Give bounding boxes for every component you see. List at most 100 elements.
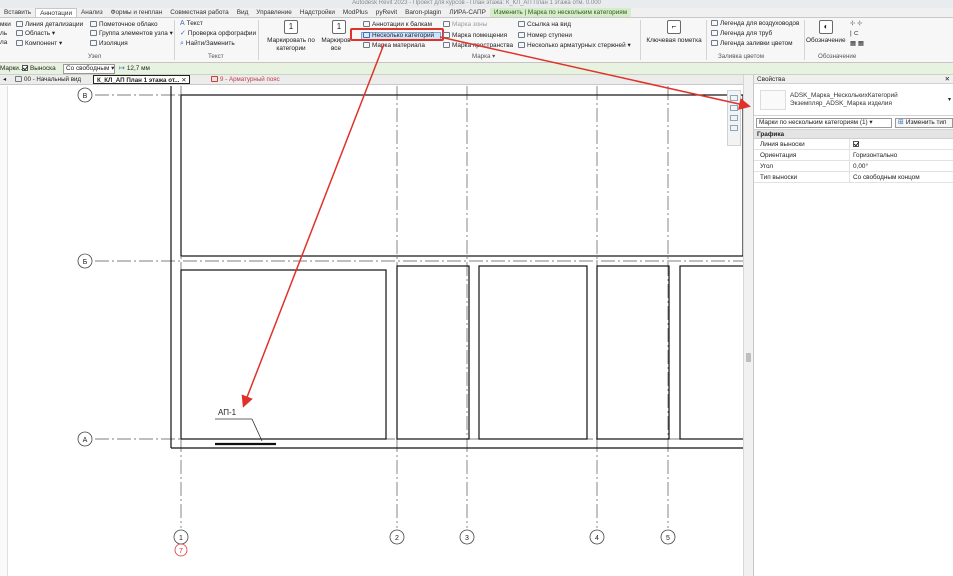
ribbon-tab-10[interactable]: Baron-plagin — [401, 8, 445, 17]
color-fill-legend-icon — [711, 40, 718, 46]
tag-by-category-button[interactable]: Маркировать по категории — [264, 37, 318, 53]
ribbon-tab-6[interactable]: Управление — [252, 8, 296, 17]
zoom-icon[interactable] — [730, 105, 738, 111]
insulation-icon — [90, 40, 97, 46]
chevron-down-icon[interactable]: ▾ — [948, 96, 951, 103]
drawing-canvas[interactable]: АП-1 В Б А 1 2 3 4 5 7 — [0, 86, 743, 576]
slab-panel-top[interactable] — [180, 94, 743, 257]
ribbon-tab-12[interactable]: Изменить | Марка по нескольким категория… — [489, 8, 632, 17]
area-reinforcement-icon[interactable]: ▦ ▦ — [850, 40, 864, 48]
slab-panel-a4[interactable] — [596, 265, 670, 440]
slab-panel-a5[interactable] — [679, 265, 743, 440]
tag-all-button[interactable]: Маркиров все — [318, 37, 354, 53]
area-tag-button[interactable]: Марка зоны — [443, 21, 487, 29]
region-icon — [16, 30, 23, 36]
ribbon-tab-1[interactable]: Аннотации — [35, 8, 78, 17]
property-value[interactable]: Горизонтально — [850, 150, 953, 160]
ribbon-tab-11[interactable]: ЛИРА-САПР — [445, 8, 490, 17]
close-icon[interactable]: ✕ — [945, 75, 953, 84]
properties-palette: Свойства ✕ ADSK_Марка_НесколькихКатегорий… — [753, 75, 953, 576]
properties-title: Свойства ✕ — [754, 75, 953, 84]
view-tab-floor-plan[interactable]: К_КЛ_АП План 1 этажа от... ✕ — [93, 75, 191, 84]
insulation-button[interactable]: Изоляция — [90, 40, 128, 48]
sheet-icon — [211, 76, 218, 82]
type-selector[interactable]: ADSK_Марка_НесколькихКатегорий Экземпляр… — [754, 84, 953, 116]
symbol-button[interactable]: Обозначение — [806, 37, 846, 45]
tread-number-button[interactable]: Номер ступени — [518, 32, 572, 40]
ribbon-clipped-3[interactable]: ла — [0, 39, 7, 47]
panel-label-symbol: Обозначение — [818, 53, 857, 60]
panel-label-node: Узел — [88, 53, 102, 60]
steering-wheel-icon[interactable] — [730, 95, 738, 101]
zoom-extent-icon[interactable] — [730, 125, 738, 131]
checkbox-icon[interactable] — [853, 141, 859, 147]
edit-type-icon: ⊞ — [898, 119, 904, 126]
ribbon-tab-0[interactable]: Вставить — [0, 8, 35, 17]
ribbon-tab-bar: Вставить Аннотации Анализ Формы и генплан Со… — [0, 8, 953, 18]
view-tab-start[interactable]: 00 - Начальный вид — [12, 75, 84, 84]
property-value[interactable]: 0,00° — [850, 161, 953, 171]
ribbon-tab-5[interactable]: Вид — [233, 8, 253, 17]
keynote-icon: ⌐ — [667, 20, 681, 34]
properties-group-graphics[interactable]: Графика — [754, 130, 953, 139]
leader-checkbox[interactable]: Выноска — [22, 63, 56, 74]
options-bar-label: Марки... — [0, 65, 25, 72]
room-tag-button[interactable]: Марка помещения — [443, 32, 507, 40]
options-bar: Марки... Выноска Со свободным ▾ ↦ 12,7 мм — [0, 63, 953, 75]
ribbon-clipped-1[interactable]: мки — [0, 21, 11, 29]
edit-type-button[interactable]: ⊞ Изменить тип — [895, 118, 953, 128]
spellcheck-icon: ✓ — [180, 30, 186, 37]
find-replace-button[interactable]: ⌕ Найти/Заменить — [180, 40, 235, 48]
ribbon-clipped-2[interactable]: ль — [0, 30, 7, 38]
slab-panel-a1[interactable] — [180, 269, 387, 440]
component-button[interactable]: Компонент ▾ — [16, 40, 62, 48]
material-tag-button[interactable]: Марка материала — [363, 42, 425, 50]
spell-check-button[interactable]: ✓ Проверка орфографии — [180, 30, 256, 38]
slab-panel-a3[interactable] — [478, 265, 588, 440]
close-icon[interactable]: ✕ — [181, 77, 186, 84]
color-fill-legend-button[interactable]: Легенда заливки цветом — [711, 40, 793, 48]
scrollbar-thumb[interactable] — [746, 353, 751, 362]
drawing-vertical-scrollbar[interactable] — [743, 75, 753, 576]
duct-legend-icon — [711, 20, 718, 26]
property-value[interactable]: Со свободным концом — [850, 172, 953, 182]
tag-leader — [251, 418, 263, 442]
ribbon-tab-7[interactable]: Надстройки — [296, 8, 339, 17]
tag-label: АП-1 — [218, 408, 237, 417]
navigation-bar[interactable] — [727, 90, 741, 146]
leader-length[interactable]: ↦ 12,7 мм — [119, 63, 150, 74]
ribbon-separator — [640, 20, 641, 60]
view-reference-button[interactable]: Ссылка на вид — [518, 21, 571, 29]
floor-plan-svg[interactable]: АП-1 В Б А 1 2 3 4 5 7 — [0, 86, 743, 576]
property-name: Ориентация — [754, 150, 850, 160]
revision-cloud-button[interactable]: Пометочное облако — [90, 21, 158, 29]
ribbon-tab-9[interactable]: pyRevit — [372, 8, 401, 17]
span-direction-icon[interactable]: ⊹ ⊹ — [850, 20, 863, 28]
zoom-region-icon[interactable] — [730, 115, 738, 121]
ribbon-tab-3[interactable]: Формы и генплан — [107, 8, 167, 17]
grid-label-5: 5 — [666, 535, 670, 542]
ribbon-tab-4[interactable]: Совместная работа — [166, 8, 232, 17]
ribbon-tab-2[interactable]: Анализ — [77, 8, 107, 17]
text-button[interactable]: A Текст — [180, 20, 203, 28]
leader-type-select[interactable]: Со свободным ▾ — [63, 64, 115, 74]
detail-line-button[interactable]: Линия детализации — [16, 21, 83, 29]
slab-panel-a2[interactable] — [396, 265, 470, 440]
space-tag-button[interactable]: Марка пространства — [443, 42, 513, 50]
symbol-icon: ◐ — [819, 20, 833, 34]
region-button[interactable]: Область ▾ — [16, 30, 55, 38]
keynote-button[interactable]: Ключевая пометка — [644, 37, 704, 45]
beam-system-icon[interactable]: | ⊂ — [850, 30, 859, 38]
material-tag-icon — [363, 42, 370, 48]
view-tab-rebar-belt[interactable]: 9 - Арматурный пояс — [208, 75, 283, 84]
property-value-leader[interactable] — [850, 139, 953, 149]
duct-legend-button[interactable]: Легенда для воздуховодов — [711, 20, 799, 28]
detail-group-button[interactable]: Группа элементов узла ▾ — [90, 30, 173, 38]
multi-rebar-icon — [518, 42, 525, 48]
pipe-legend-button[interactable]: Легенда для труб — [711, 30, 772, 38]
view-tab-arrow[interactable]: ◂ — [0, 75, 9, 84]
multi-rebar-button[interactable]: Несколько арматурных стержней ▾ — [518, 42, 631, 50]
ribbon-tab-8[interactable]: ModPlus — [339, 8, 372, 17]
view-tab-bar: ◂ 00 - Начальный вид К_КЛ_АП План 1 этаж… — [0, 75, 743, 85]
instance-filter-select[interactable]: Марки по нескольким категориям (1) ▾ — [756, 118, 892, 128]
